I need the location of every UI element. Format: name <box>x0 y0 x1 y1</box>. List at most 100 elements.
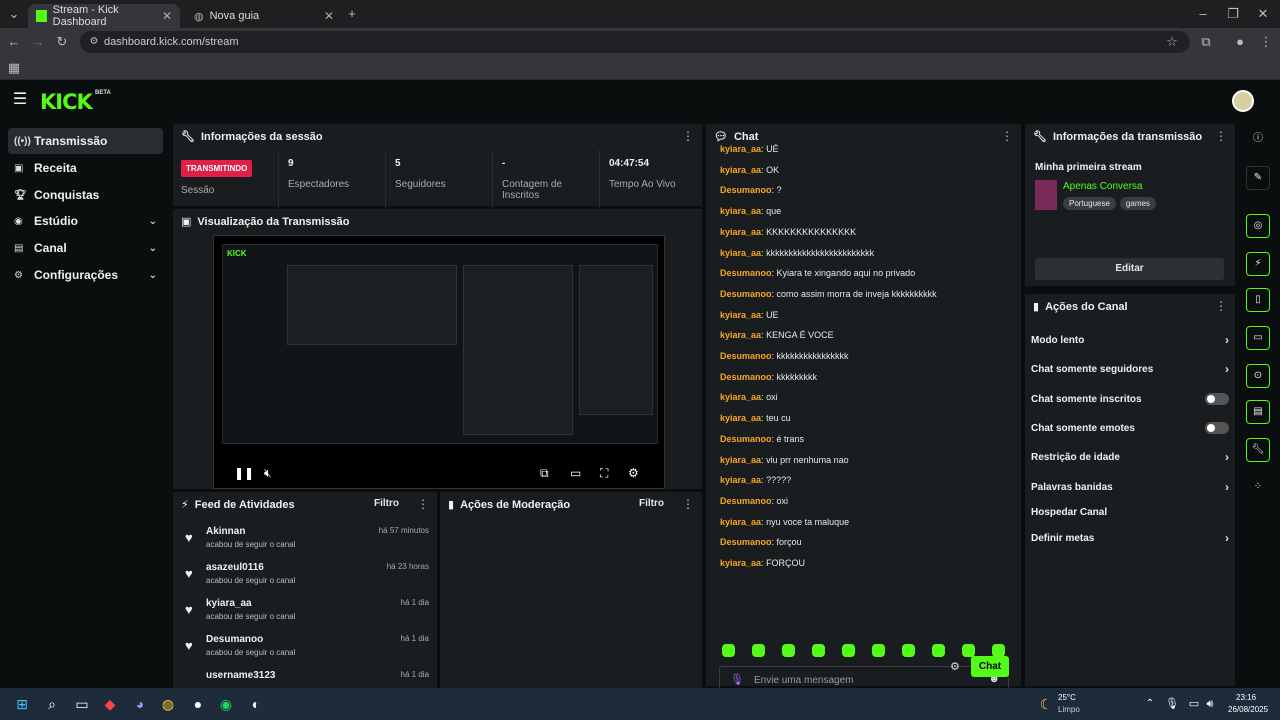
more-options-icon[interactable]: ⋮ <box>1215 129 1227 143</box>
sidebar-item-canal[interactable]: ▤ Canal ⌄ <box>8 235 163 261</box>
document-icon[interactable]: ▯ <box>1246 288 1270 312</box>
chat-username[interactable]: Desumanoo <box>720 185 772 195</box>
emote-icon[interactable] <box>902 644 915 657</box>
window-close-icon[interactable]: ✕ <box>1253 4 1273 24</box>
emotes-only-toggle[interactable] <box>1205 422 1229 434</box>
reload-icon[interactable]: ↻ <box>52 32 72 52</box>
sidebar-item-configuracoes[interactable]: ⚙ Configurações ⌄ <box>8 262 163 288</box>
chat-username[interactable]: Desumanoo <box>720 268 772 278</box>
emote-icon[interactable] <box>842 644 855 657</box>
feed-username[interactable]: kyiara_aa <box>206 598 252 609</box>
tab-search-icon[interactable]: ⌄ <box>4 4 24 24</box>
video-player[interactable]: KICK ❚❚ 🔇︎ ⧉ ▭ ⛶ ⚙ <box>213 235 665 489</box>
emote-icon[interactable] <box>812 644 825 657</box>
more-options-icon[interactable]: ⋮ <box>1001 129 1013 143</box>
chevron-up-icon[interactable]: ⌃ <box>1140 694 1160 714</box>
action-slow-mode[interactable]: Modo lento › <box>1031 330 1229 350</box>
spotify-icon[interactable]: ◉ <box>216 694 236 714</box>
volume-icon[interactable]: 🔊︎ <box>1200 694 1220 714</box>
chat-username[interactable]: kyiara_aa <box>720 413 761 423</box>
apps-grid-icon[interactable]: ▦ <box>4 58 24 78</box>
back-icon[interactable]: ← <box>4 32 24 52</box>
focus-icon[interactable]: ◎ <box>1246 214 1270 238</box>
chrome-icon[interactable]: ◍ <box>158 694 178 714</box>
steam-icon[interactable]: ◐ <box>246 694 266 714</box>
feed-username[interactable]: Akinnan <box>206 526 245 537</box>
chat-username[interactable]: kyiara_aa <box>720 165 761 175</box>
minimize-icon[interactable]: – <box>1193 4 1213 24</box>
more-options-icon[interactable]: ⋮ <box>417 497 429 511</box>
chat-username[interactable]: kyiara_aa <box>720 558 761 568</box>
chat-settings-gear-icon[interactable]: ⚙ <box>950 660 960 673</box>
sidebar-item-estudio[interactable]: ◉ Estúdio ⌄ <box>8 208 163 234</box>
close-icon[interactable]: ✕ <box>324 9 334 23</box>
chat-username[interactable]: Desumanoo <box>720 289 772 299</box>
chat-bubble-icon[interactable]: ▭ <box>1246 326 1270 350</box>
chat-username[interactable]: kyiara_aa <box>720 330 761 340</box>
more-options-icon[interactable]: ⋮ <box>682 129 694 143</box>
fullscreen-icon[interactable]: ⛶ <box>600 466 608 481</box>
action-set-goals[interactable]: Definir metas › <box>1031 528 1229 548</box>
more-options-icon[interactable]: ⋮ <box>1215 299 1227 313</box>
wrench-icon[interactable]: 🔧︎ <box>1246 438 1270 462</box>
mute-icon[interactable]: 🔇︎ <box>264 466 272 481</box>
feed-username[interactable]: Desumanoo <box>206 634 263 645</box>
bookmark-star-icon[interactable]: ☆ <box>1162 32 1182 52</box>
browser-menu-icon[interactable]: ⋮ <box>1256 32 1276 52</box>
feed-filter-button[interactable]: Filtro <box>374 498 399 509</box>
pencil-icon[interactable]: ✎ <box>1246 166 1270 190</box>
lightning-icon[interactable]: ⚡︎ <box>1246 252 1270 276</box>
extensions-icon[interactable]: ⧉ <box>1196 32 1216 52</box>
broadcast-icon[interactable]: ⊙ <box>1246 364 1270 388</box>
action-host-channel[interactable]: Hospedar Canal <box>1031 502 1229 522</box>
emote-icon[interactable] <box>722 644 735 657</box>
chat-username[interactable]: Desumanoo <box>720 496 772 506</box>
chat-username[interactable]: Desumanoo <box>720 537 772 547</box>
windows-start-icon[interactable]: ⊞ <box>12 694 32 714</box>
emote-icon[interactable] <box>872 644 885 657</box>
pause-icon[interactable]: ❚❚ <box>234 466 254 480</box>
subscribers-only-toggle[interactable] <box>1205 393 1229 405</box>
action-age-restriction[interactable]: Restrição de idade › <box>1031 447 1229 467</box>
forward-icon[interactable]: → <box>28 32 48 52</box>
emote-icon[interactable] <box>932 644 945 657</box>
emote-icon[interactable] <box>752 644 765 657</box>
pip-icon[interactable]: ⧉ <box>540 466 549 481</box>
moderation-filter-button[interactable]: Filtro <box>639 498 664 509</box>
address-bar[interactable]: dashboard.kick.com/stream <box>80 31 1190 53</box>
chat-send-button[interactable]: Chat <box>971 656 1009 677</box>
profile-avatar-icon[interactable]: ● <box>1230 32 1250 52</box>
chat-username[interactable]: kyiara_aa <box>720 144 761 154</box>
layout-icon[interactable]: ⁘ <box>1246 476 1270 500</box>
chat-username[interactable]: kyiara_aa <box>720 455 761 465</box>
feed-username[interactable]: asazeul0116 <box>206 562 264 573</box>
sidebar-item-transmissao[interactable]: ((•)) Transmissão <box>8 128 163 154</box>
chat-username[interactable]: kyiara_aa <box>720 392 761 402</box>
github-icon[interactable]: ● <box>188 694 208 714</box>
action-banned-words[interactable]: Palavras banidas › <box>1031 477 1229 497</box>
stack-icon[interactable]: ▤ <box>1246 400 1270 424</box>
action-followers-only[interactable]: Chat somente seguidores › <box>1031 359 1229 379</box>
hamburger-menu-icon[interactable]: ☰ <box>10 90 30 110</box>
chat-username[interactable]: kyiara_aa <box>720 227 761 237</box>
discord-icon[interactable]: ◕ <box>130 694 150 714</box>
kick-logo[interactable]: KICK <box>40 90 93 114</box>
search-icon[interactable]: ⌕ <box>42 694 62 714</box>
chat-username[interactable]: Desumanoo <box>720 351 772 361</box>
new-tab-icon[interactable]: + <box>342 4 362 24</box>
chat-username[interactable]: Desumanoo <box>720 372 772 382</box>
info-icon[interactable]: ⓘ <box>1246 128 1270 152</box>
chat-username[interactable]: kyiara_aa <box>720 310 761 320</box>
chat-username[interactable]: kyiara_aa <box>720 206 761 216</box>
site-info-icon[interactable]: ⚙ <box>84 32 104 52</box>
chat-username[interactable]: Desumanoo <box>720 434 772 444</box>
more-options-icon[interactable]: ⋮ <box>682 497 694 511</box>
microphone-icon[interactable]: 🎙︎ <box>730 673 744 686</box>
task-view-icon[interactable]: ▭ <box>72 694 92 714</box>
maximize-icon[interactable]: ❐ <box>1223 4 1243 24</box>
microphone-icon[interactable]: 🎙︎ <box>1162 694 1182 714</box>
tab-kick-dashboard[interactable]: Stream - Kick Dashboard ✕ <box>28 4 180 28</box>
stream-category-link[interactable]: Apenas Conversa <box>1063 181 1143 192</box>
theater-mode-icon[interactable]: ▭ <box>570 466 581 480</box>
chat-username[interactable]: kyiara_aa <box>720 517 761 527</box>
